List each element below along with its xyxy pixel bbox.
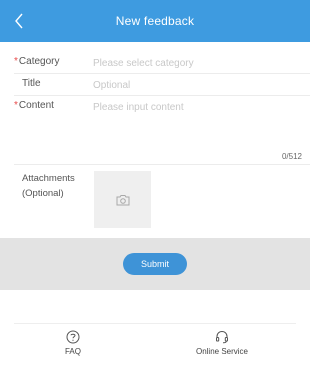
char-counter: 0/512 [281, 152, 302, 161]
divider [14, 323, 296, 324]
category-label: *Category [14, 56, 59, 67]
title-input[interactable] [93, 78, 303, 92]
category-label-text: Category [18, 56, 60, 67]
required-mark: * [14, 100, 18, 111]
category-select[interactable] [93, 56, 303, 70]
title-label: Title [22, 78, 41, 89]
header-bar: New feedback [0, 0, 310, 42]
headset-icon [216, 330, 229, 344]
bottom-bar: FAQ Online Service [0, 330, 310, 365]
content-label-text: Content [18, 100, 54, 111]
divider [14, 164, 310, 165]
submit-button[interactable]: Submit [123, 253, 187, 275]
faq-label: FAQ [64, 347, 81, 356]
title-row[interactable]: Title [0, 78, 310, 92]
camera-icon [116, 194, 129, 205]
feedback-page: New feedback *Category Title *Content 0/… [0, 0, 310, 365]
divider [14, 73, 310, 74]
faq-button[interactable]: FAQ [28, 330, 118, 356]
content-textarea[interactable] [93, 100, 303, 114]
content-label: *Content [14, 100, 54, 111]
page-title: New feedback [115, 14, 195, 28]
required-mark: * [14, 56, 18, 67]
submit-area: Submit [0, 238, 310, 290]
category-row[interactable]: *Category [0, 56, 310, 70]
content-row[interactable]: *Content [0, 100, 310, 148]
online-service-label: Online Service [195, 347, 249, 356]
attachments-label-line2: (Optional) [22, 188, 64, 199]
divider [14, 95, 310, 96]
add-attachment-button[interactable] [94, 171, 151, 228]
chevron-left-icon[interactable] [14, 13, 24, 29]
attachments-label-line1: Attachments [22, 173, 75, 184]
help-circle-icon [66, 330, 80, 344]
online-service-button[interactable]: Online Service [177, 330, 267, 356]
back-button[interactable] [6, 8, 32, 34]
attachments-label: Attachments (Optional) [22, 171, 92, 201]
